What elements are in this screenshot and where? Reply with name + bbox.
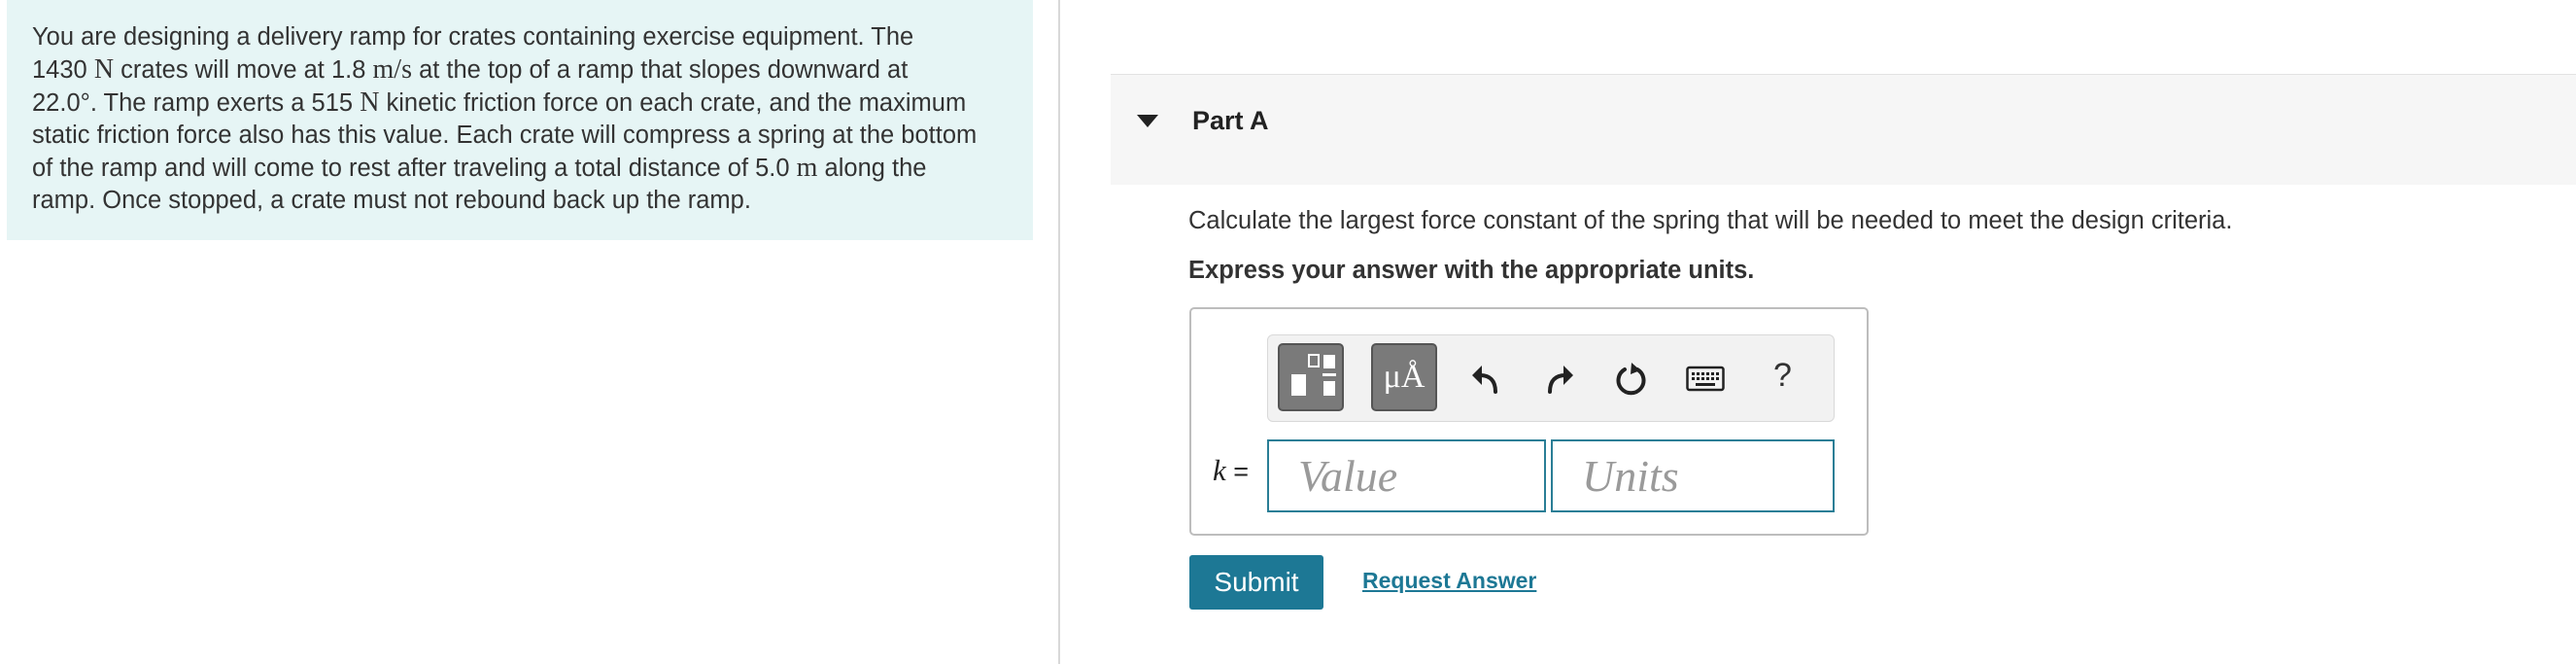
variable-k: k	[1213, 453, 1226, 487]
problem-text-3: at the top of a ramp that slopes downwar…	[411, 56, 909, 84]
speed-unit: m/s	[372, 54, 412, 85]
crate-weight-value: 1430	[32, 56, 87, 84]
symbols-button[interactable]: μÅ	[1371, 343, 1437, 411]
templates-icon	[1291, 354, 1336, 396]
distance-value: 5.0	[755, 155, 790, 182]
newton-unit: N	[360, 87, 380, 118]
problem-text-2: crates will move at	[114, 56, 331, 84]
math-toolbar: μÅ ?	[1267, 334, 1835, 422]
answer-instruction: Express your answer with the appropriate…	[1188, 257, 1755, 284]
problem-line-1: You are designing a delivery ramp for cr…	[32, 23, 914, 51]
answer-variable-label: k =	[1213, 453, 1249, 488]
symbols-label: μÅ	[1383, 359, 1425, 395]
problem-text: You are designing a delivery ramp for cr…	[32, 21, 1008, 217]
column-divider	[1058, 0, 1060, 664]
templates-button[interactable]	[1278, 343, 1344, 411]
problem-line-6: ramp. Once stopped, a crate must not reb…	[32, 187, 751, 214]
speed-value: 1.8	[330, 56, 366, 84]
problem-text-5: kinetic friction force on each crate, an…	[379, 89, 967, 117]
newton-unit: N	[93, 54, 115, 85]
reset-icon[interactable]	[1614, 361, 1649, 398]
angle-value: 22.0°	[32, 89, 90, 117]
collapse-caret-icon[interactable]	[1137, 115, 1158, 127]
submit-button[interactable]: Submit	[1189, 555, 1323, 610]
units-input[interactable]	[1551, 439, 1835, 512]
problem-text-4: . The ramp exerts a	[89, 89, 312, 117]
redo-icon[interactable]	[1542, 363, 1575, 396]
friction-value: 515	[311, 89, 354, 117]
keyboard-icon[interactable]	[1686, 365, 1725, 394]
problem-line-4: static friction force also has this valu…	[32, 122, 978, 149]
problem-statement: You are designing a delivery ramp for cr…	[7, 0, 1033, 240]
undo-icon[interactable]	[1470, 363, 1503, 396]
part-a-header[interactable]: Part A	[1111, 74, 2576, 185]
question-text: Calculate the largest force constant of …	[1188, 207, 2233, 234]
meter-unit: m	[796, 153, 818, 183]
equals-sign: =	[1225, 457, 1250, 486]
value-input[interactable]	[1267, 439, 1546, 512]
problem-text-8: along the	[817, 155, 927, 182]
request-answer-link[interactable]: Request Answer	[1362, 568, 1536, 594]
part-title: Part A	[1192, 106, 1269, 135]
problem-text-7: of the ramp and will come to rest after …	[32, 155, 756, 182]
help-icon[interactable]: ?	[1773, 357, 1792, 395]
answer-box: μÅ ? k =	[1189, 307, 1869, 536]
